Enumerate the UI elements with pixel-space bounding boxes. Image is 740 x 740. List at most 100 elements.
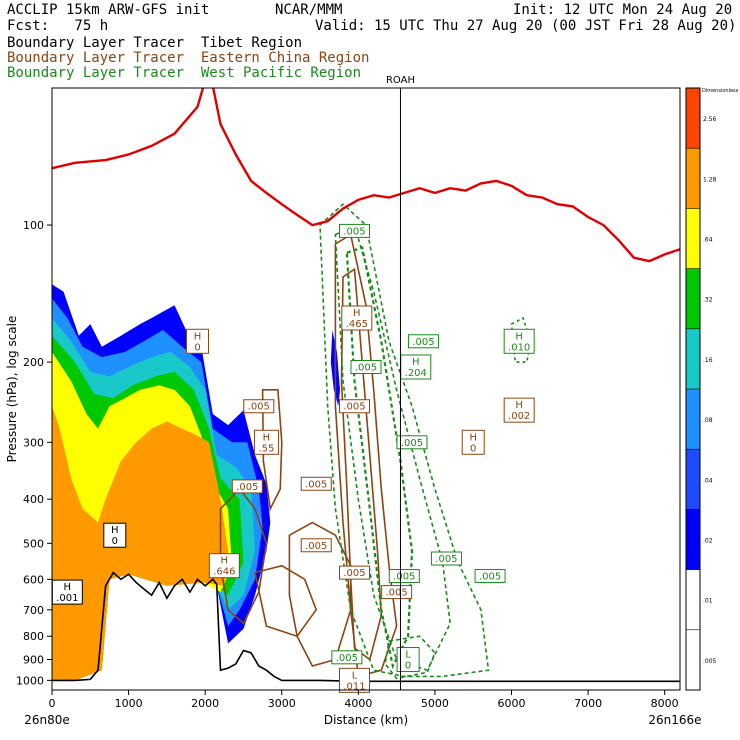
annotation-value: .204 — [405, 368, 427, 379]
annotation-extremum: L — [352, 670, 358, 681]
annotation-value: .005 — [412, 337, 434, 348]
annotation-extremum: H — [469, 432, 477, 443]
annotation-box: .005 — [381, 585, 413, 600]
annotation-box: .005 — [300, 538, 332, 553]
cross-section-chart: H.001H0H0.005H.55.005H.646.005H.465.005.… — [5, 75, 739, 727]
annotation-box: .005 — [430, 551, 462, 566]
annotation-value: .005 — [336, 653, 358, 664]
y-tick-label: 300 — [23, 436, 44, 449]
annotation-box: .005 — [243, 399, 275, 414]
right-endpoint-label: 26n166e — [648, 713, 701, 727]
colorbar-title: Dimensionless — [702, 88, 739, 94]
colorbar-level-label: .64 — [703, 237, 713, 244]
annotation-value: .005 — [343, 402, 365, 413]
annotation-value: 0 — [194, 342, 200, 353]
annotation-value: 0 — [405, 661, 411, 672]
colorbar-level-label: .08 — [703, 417, 713, 424]
annotation-box: H.646 — [208, 553, 240, 579]
annotation-box: H.002 — [503, 397, 535, 423]
annotation-extremum: H — [515, 400, 523, 411]
annotation-box: H0 — [103, 522, 127, 548]
annotation-box: .005 — [350, 359, 382, 374]
annotation-box: H.010 — [503, 328, 535, 354]
annotation-box: .005 — [339, 399, 371, 414]
annotation-extremum: H — [353, 308, 361, 319]
x-tick-label: 2000 — [191, 697, 219, 710]
y-tick-label: 600 — [23, 573, 44, 586]
annotation-box: H.001 — [51, 579, 83, 605]
annotation-box: H0 — [186, 328, 210, 354]
annotation-value: .465 — [346, 319, 368, 330]
y-tick-label: 400 — [23, 493, 44, 506]
x-tick-label: 4000 — [344, 697, 372, 710]
colorbar-segment — [686, 88, 700, 149]
x-tick-label: 1000 — [115, 697, 143, 710]
y-tick-label: 100 — [23, 219, 44, 232]
annotation-extremum: L — [405, 650, 411, 661]
colorbar-level-label: .04 — [703, 477, 713, 484]
annotation-extremum: H — [412, 357, 420, 368]
annotation-value: .005 — [343, 226, 365, 237]
annotation-value: 0 — [112, 536, 118, 547]
colorbar-segment — [686, 629, 700, 690]
y-tick-label: 500 — [23, 537, 44, 550]
annotation-value: .55 — [258, 443, 274, 454]
left-endpoint-label: 26n80e — [24, 713, 70, 727]
annotation-box: .005 — [331, 650, 363, 665]
annotation-value: .011 — [343, 681, 365, 692]
annotation-value: .005 — [305, 479, 327, 490]
annotation-value: .005 — [355, 362, 377, 373]
colorbar-segment — [686, 509, 700, 570]
y-tick-label: 1000 — [16, 674, 44, 687]
annotation-extremum: H — [64, 582, 72, 593]
x-axis-label: Distance (km) — [324, 713, 408, 727]
annotation-extremum: H — [515, 331, 523, 342]
x-tick-label: 7000 — [574, 697, 602, 710]
annotation-value: .001 — [56, 593, 78, 604]
annotation-value: .005 — [393, 572, 415, 583]
colorbar-segment — [686, 328, 700, 389]
annotation-extremum: H — [263, 432, 271, 443]
colorbar-level-label: 1.28 — [703, 176, 717, 183]
annotation-box: .005 — [231, 479, 263, 494]
annotation-extremum: H — [221, 556, 229, 567]
colorbar-segment — [686, 569, 700, 630]
annotation-value: .005 — [236, 482, 258, 493]
annotation-extremum: H — [111, 525, 119, 536]
annotation-box: .005 — [388, 569, 420, 584]
roah-marker-label: ROAH — [386, 75, 415, 86]
colorbar-segment — [686, 389, 700, 450]
x-tick-label: 8000 — [651, 697, 679, 710]
annotation-value: .646 — [213, 567, 235, 578]
y-tick-label: 800 — [23, 630, 44, 643]
y-tick-label: 900 — [23, 654, 44, 667]
annotation-value: .005 — [386, 588, 408, 599]
colorbar-level-label: .16 — [703, 357, 713, 364]
annotation-box: .005 — [339, 223, 371, 238]
annotation-box: .005 — [396, 435, 428, 450]
x-tick-label: 3000 — [268, 697, 296, 710]
x-tick-label: 5000 — [421, 697, 449, 710]
y-tick-label: 700 — [23, 604, 44, 617]
annotation-box: H.204 — [400, 354, 432, 380]
colorbar-level-label: .02 — [703, 538, 713, 545]
annotation-value: .005 — [248, 402, 270, 413]
colorbar-segment — [686, 449, 700, 510]
colorbar-level-label: .01 — [703, 598, 713, 605]
annotation-extremum: H — [194, 331, 202, 342]
x-tick-label: 6000 — [498, 697, 526, 710]
colorbar-segment — [686, 148, 700, 209]
colorbar-segment — [686, 208, 700, 269]
y-axis-label: Pressure (hPa), log scale — [5, 316, 19, 463]
annotation-value: .005 — [343, 568, 365, 579]
colorbar-level-label: 2.56 — [703, 116, 717, 123]
annotation-value: .002 — [508, 411, 530, 422]
china-contour — [254, 564, 318, 638]
annotation-box: .005 — [474, 569, 506, 584]
annotation-box: L.011 — [339, 667, 371, 693]
annotation-value: .005 — [305, 541, 327, 552]
annotation-box: .005 — [339, 565, 371, 580]
colorbar-level-label: .005 — [703, 658, 717, 665]
annotation-value: .005 — [435, 554, 457, 565]
annotation-box: H.55 — [253, 429, 279, 455]
